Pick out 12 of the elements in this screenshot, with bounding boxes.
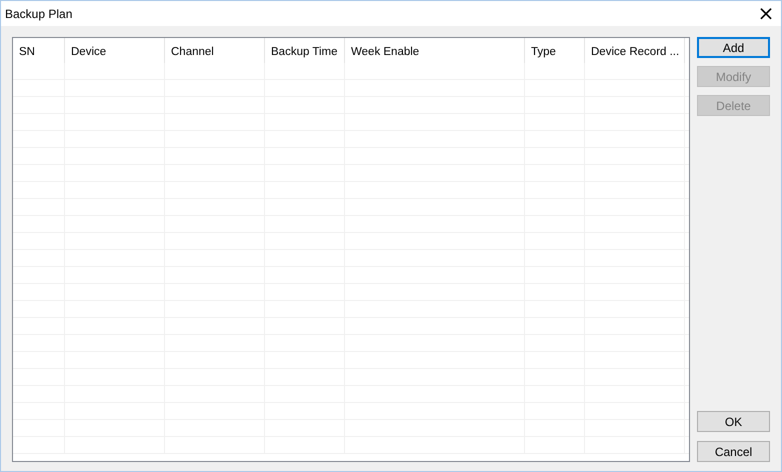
column-header[interactable]: Week Enable xyxy=(351,46,420,58)
action-button[interactable]: Add xyxy=(697,37,770,58)
column-header[interactable]: Channel xyxy=(171,46,214,58)
dialog-button[interactable]: OK xyxy=(697,411,770,432)
column-header[interactable]: Device xyxy=(71,46,106,58)
window-title: Backup Plan xyxy=(5,6,72,20)
column-header[interactable]: Device Record ... xyxy=(591,46,680,58)
dialog-button[interactable]: Cancel xyxy=(697,441,770,462)
column-header[interactable]: SN xyxy=(19,46,35,58)
close-button[interactable]: × xyxy=(751,1,781,26)
column-header[interactable]: Backup Time xyxy=(271,46,338,58)
column-header[interactable]: Type xyxy=(531,46,556,58)
